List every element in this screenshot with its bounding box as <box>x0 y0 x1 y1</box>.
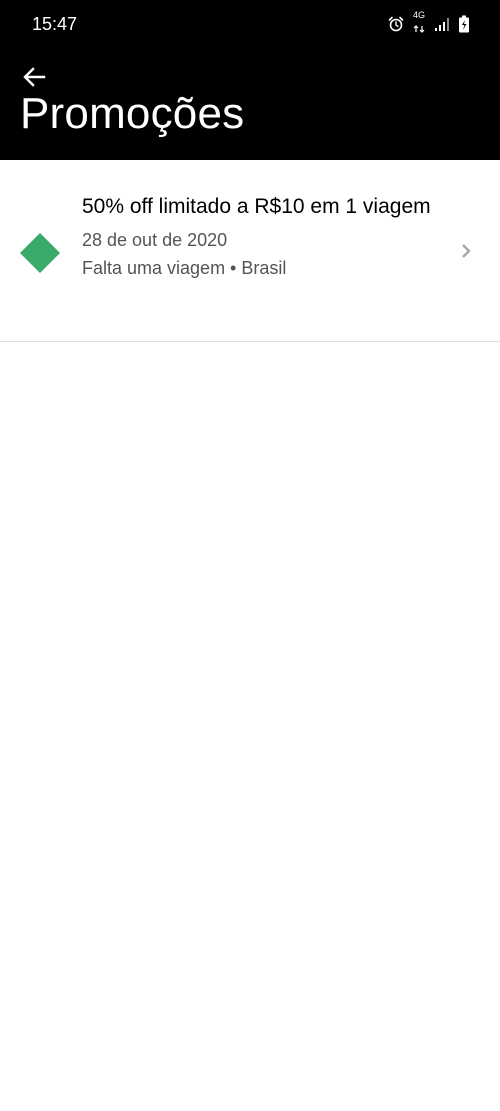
network-label: 4G <box>412 9 425 20</box>
tag-icon <box>20 233 60 273</box>
alarm-icon <box>388 16 404 32</box>
promotion-title: 50% off limitado a R$10 em 1 viagem <box>82 195 431 218</box>
status-bar: 15:47 4G <box>0 0 500 50</box>
data-arrows-icon <box>413 24 425 33</box>
chevron-right-icon <box>462 244 471 258</box>
promotions-screen: 15:47 4G Promoções 50% off limitado a R$… <box>0 0 500 1111</box>
battery-icon <box>459 15 469 33</box>
promotion-meta: Falta uma viagem • Brasil <box>82 258 287 278</box>
promotion-text: 50% off limitado a R$10 em 1 viagem 28 d… <box>82 192 442 281</box>
status-icons: 4G <box>388 10 470 33</box>
header: 15:47 4G Promoções <box>0 0 500 160</box>
promotion-date: 28 de out de 2020 <box>82 230 228 250</box>
page-title: Promoções <box>20 89 245 138</box>
network-4g-icon: 4G <box>412 9 426 38</box>
signal-icon <box>435 18 449 31</box>
status-time: 15:47 <box>32 14 78 34</box>
promotion-item[interactable]: 50% off limitado a R$10 em 1 viagem 28 d… <box>0 160 500 342</box>
